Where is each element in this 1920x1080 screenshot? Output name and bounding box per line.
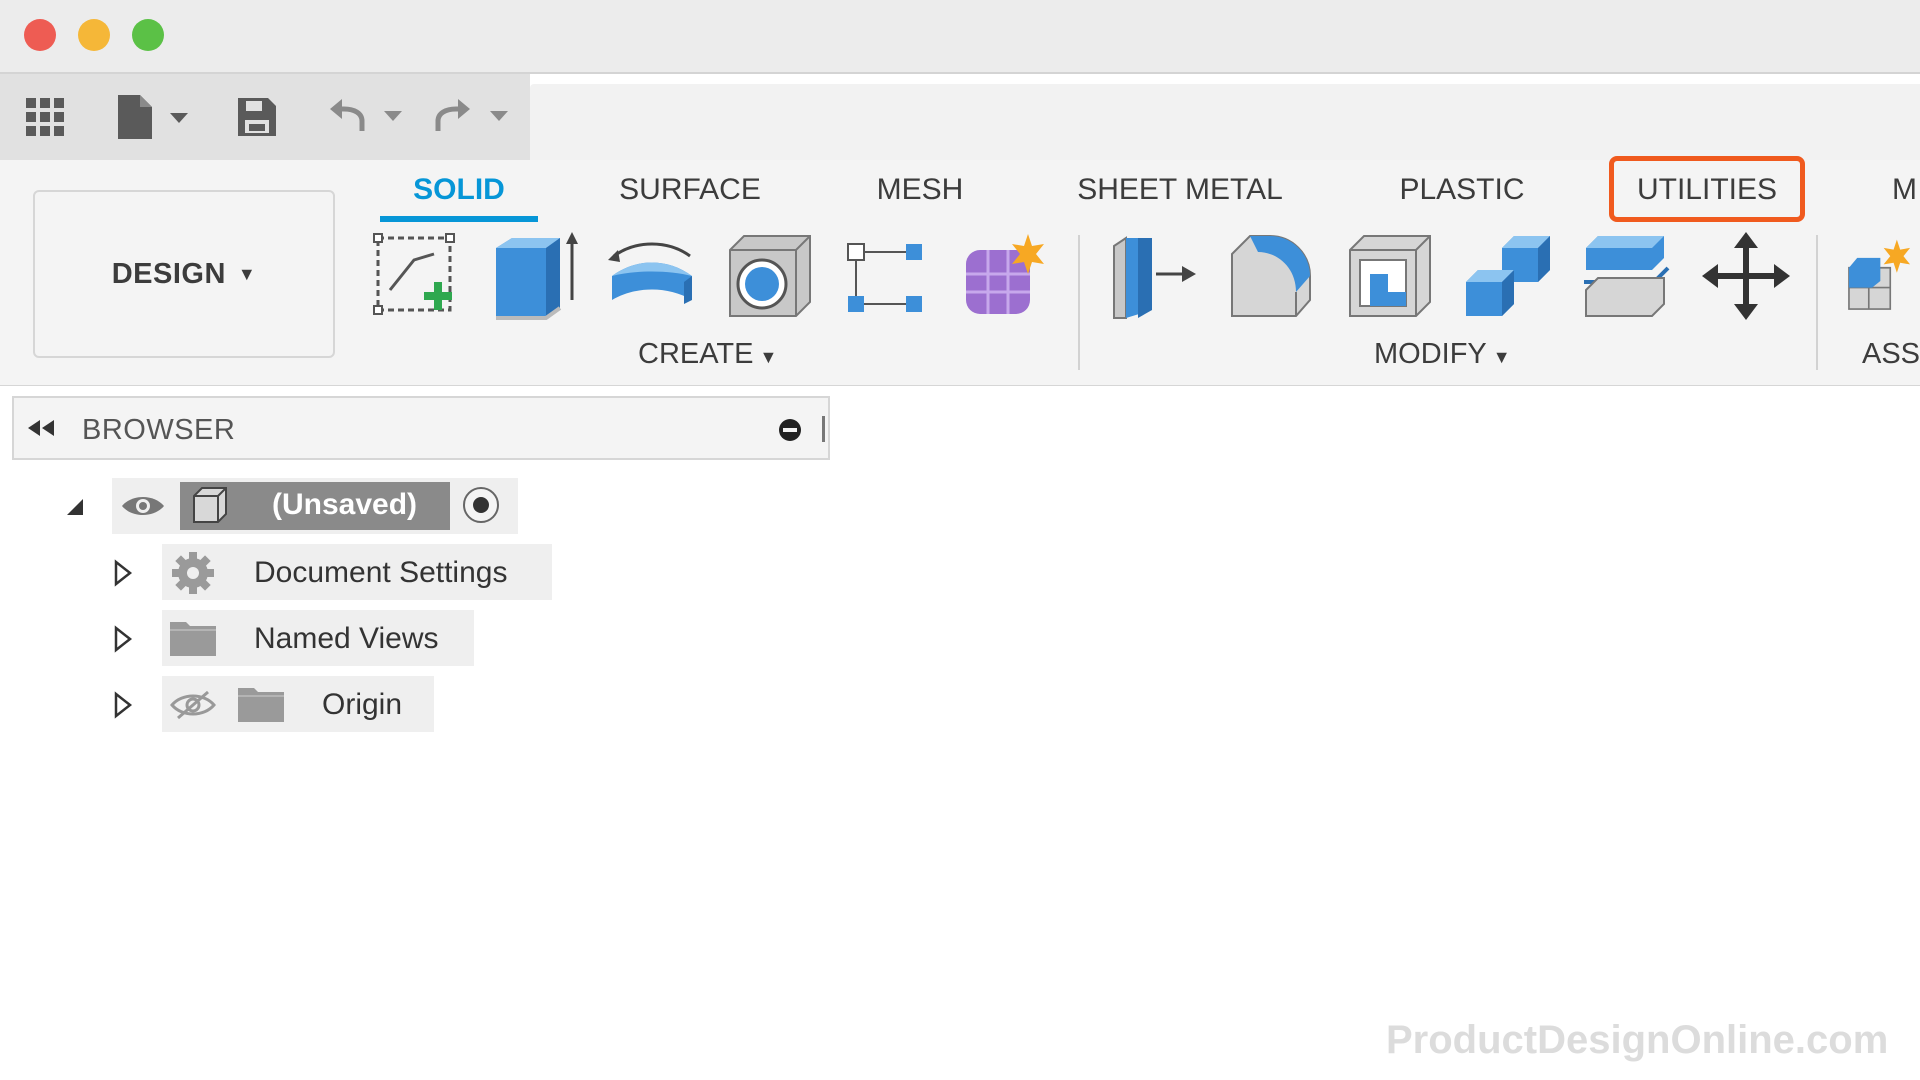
group-divider: [1816, 235, 1818, 370]
workspace-label: DESIGN: [111, 257, 226, 290]
folder-icon: [170, 620, 216, 661]
root-expand-icon[interactable]: [62, 494, 88, 520]
close-window-button[interactable]: [24, 19, 56, 51]
utilities-tab-highlight: [1609, 156, 1805, 222]
workspace-switcher[interactable]: DESIGN ▼: [33, 190, 335, 358]
modify-menu[interactable]: MODIFY ▼: [1374, 338, 1511, 371]
tab-sheet-metal[interactable]: SHEET METAL: [1070, 170, 1290, 210]
undo-icon[interactable]: [328, 92, 404, 142]
expand-origin-icon[interactable]: [110, 690, 136, 720]
quick-access-toolbar: [0, 74, 530, 160]
revolve-icon[interactable]: [606, 230, 698, 322]
origin-label: Origin: [322, 688, 403, 721]
zoom-window-button[interactable]: [132, 19, 164, 51]
named-views-label: Named Views: [254, 622, 439, 655]
minimize-window-button[interactable]: [78, 19, 110, 51]
collapse-browser-icon[interactable]: [26, 418, 56, 443]
tab-mesh[interactable]: MESH: [860, 170, 980, 210]
file-icon[interactable]: [114, 92, 190, 142]
eye-icon[interactable]: [120, 492, 166, 525]
redo-icon[interactable]: [434, 92, 510, 142]
expand-document-settings-icon[interactable]: [110, 558, 136, 588]
chevron-down-icon: ▼: [1492, 347, 1511, 367]
extrude-icon[interactable]: [490, 230, 582, 322]
watermark: ProductDesignOnline.com: [1386, 1018, 1889, 1062]
press-pull-icon[interactable]: [1108, 230, 1200, 322]
document-tab-area: [530, 84, 1920, 160]
browser-header: BROWSER: [12, 396, 830, 460]
chevron-down-icon: ▼: [759, 347, 778, 367]
tab-solid[interactable]: SOLID: [380, 170, 538, 210]
chevron-down-icon: ▼: [237, 263, 257, 284]
save-icon[interactable]: [234, 92, 280, 142]
group-divider: [1078, 235, 1080, 370]
tab-surface[interactable]: SURFACE: [605, 170, 775, 210]
create-menu[interactable]: CREATE ▼: [638, 338, 777, 371]
expand-named-views-icon[interactable]: [110, 624, 136, 654]
folder-icon: [238, 686, 284, 727]
document-settings-label: Document Settings: [254, 556, 508, 589]
apps-grid-icon[interactable]: [22, 92, 68, 142]
pattern-icon[interactable]: [840, 230, 932, 322]
tab-manage[interactable]: M: [1892, 170, 1920, 210]
fillet-icon[interactable]: [1226, 230, 1318, 322]
create-menu-label: CREATE: [638, 338, 754, 370]
activate-radio-icon[interactable]: [462, 486, 500, 529]
root-label: (Unsaved): [272, 488, 418, 521]
modify-menu-label: MODIFY: [1374, 338, 1487, 370]
browser-title: BROWSER: [82, 414, 236, 446]
shell-icon[interactable]: [1344, 230, 1436, 322]
assemble-menu[interactable]: ASSI: [1862, 338, 1920, 371]
move-icon[interactable]: [1700, 230, 1792, 322]
tab-plastic[interactable]: PLASTIC: [1390, 170, 1534, 210]
gear-icon: [170, 550, 216, 601]
active-tab-indicator: [380, 216, 538, 222]
hole-icon[interactable]: [724, 230, 816, 322]
combine-icon[interactable]: [1462, 230, 1554, 322]
create-form-icon[interactable]: [958, 230, 1050, 322]
offset-face-icon[interactable]: [1580, 230, 1672, 322]
component-icon: [190, 486, 230, 531]
browser-resize-handle[interactable]: [822, 416, 825, 442]
new-component-icon[interactable]: [1844, 230, 1920, 322]
window-titlebar: [0, 0, 1920, 74]
create-sketch-icon[interactable]: [370, 230, 462, 322]
eye-hidden-icon[interactable]: [170, 690, 216, 725]
browser-pin-icon[interactable]: [778, 418, 802, 447]
